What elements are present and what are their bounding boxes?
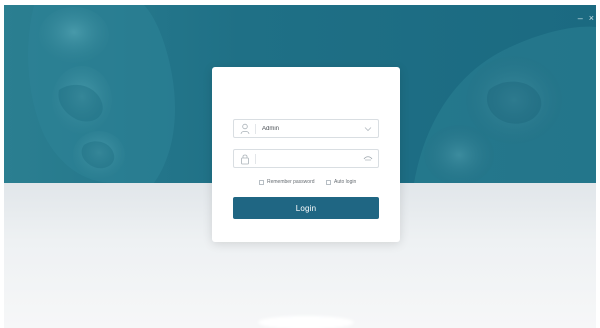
remember-password-checkbox[interactable]: Remember password — [259, 179, 315, 185]
lock-icon — [241, 154, 249, 165]
password-input[interactable] — [262, 152, 357, 165]
username-field[interactable] — [233, 119, 379, 138]
eye-icon[interactable] — [363, 154, 373, 164]
remember-password-label: Remember password — [267, 179, 315, 185]
chevron-down-icon[interactable] — [363, 124, 373, 134]
login-window: – × Admin Remember password Auto login L… — [4, 5, 596, 328]
close-button[interactable]: × — [589, 13, 594, 23]
checkbox-box[interactable] — [326, 179, 331, 185]
bottom-highlight — [258, 316, 354, 328]
user-icon — [240, 123, 250, 135]
auto-login-label: Auto login — [334, 179, 357, 185]
checkbox-box[interactable] — [259, 179, 264, 185]
login-options: Remember password Auto login — [233, 179, 379, 189]
login-card: Remember password Auto login Login — [212, 67, 400, 242]
minimize-button[interactable]: – — [578, 13, 583, 23]
password-field[interactable] — [233, 149, 379, 168]
login-button[interactable]: Login — [233, 197, 379, 219]
field-separator — [255, 154, 256, 164]
field-separator — [255, 124, 256, 134]
auto-login-checkbox[interactable]: Auto login — [326, 179, 356, 185]
username-input[interactable] — [262, 122, 357, 135]
window-controls: – × — [578, 13, 594, 23]
